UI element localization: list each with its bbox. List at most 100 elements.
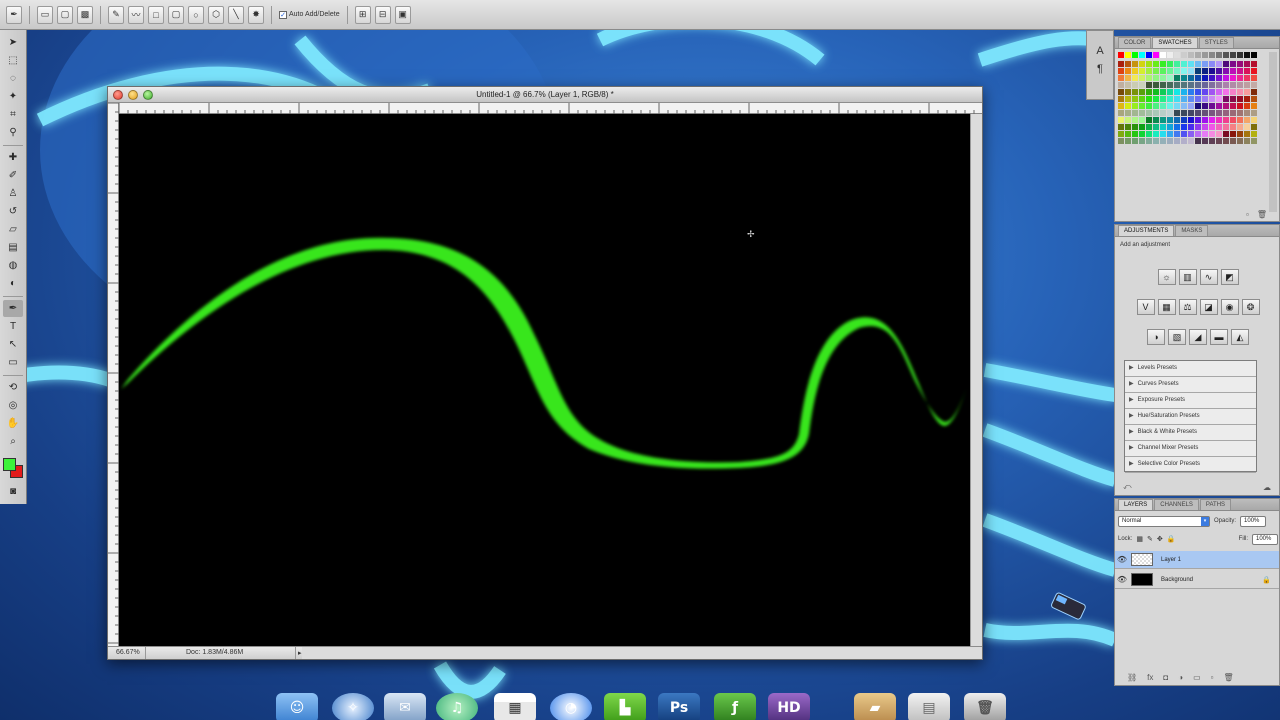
swatch-cell[interactable] [1209, 89, 1215, 95]
blur-tool-icon[interactable]: ◍ [3, 257, 23, 274]
brightness-contrast-icon[interactable]: ☼ [1157, 269, 1176, 285]
swatch-cell[interactable] [1132, 61, 1138, 67]
swatch-cell[interactable] [1167, 82, 1173, 88]
black-white-icon[interactable]: ◪ [1199, 299, 1218, 315]
swatch-cell[interactable] [1195, 89, 1201, 95]
swatch-cell[interactable] [1118, 96, 1124, 102]
layer-row-layer-1[interactable]: 👁 Layer 1 [1115, 551, 1279, 569]
swatch-cell[interactable] [1244, 103, 1250, 109]
swatch-cell[interactable] [1174, 89, 1180, 95]
path-selection-tool-icon[interactable]: ↖ [3, 336, 23, 353]
swatch-cell[interactable] [1139, 68, 1145, 74]
healing-brush-tool-icon[interactable]: ✚ [3, 149, 23, 166]
flash-icon[interactable]: ƒ [714, 693, 756, 720]
swatch-cell[interactable] [1118, 110, 1124, 116]
swatch-cell[interactable] [1230, 68, 1236, 74]
swatch-cell[interactable] [1202, 138, 1208, 144]
swatch-cell[interactable] [1153, 96, 1159, 102]
swatch-cell[interactable] [1244, 52, 1250, 58]
swatch-cell[interactable] [1181, 117, 1187, 123]
swatches-scrollbar[interactable] [1269, 52, 1277, 212]
swatch-cell[interactable] [1223, 110, 1229, 116]
swatch-cell[interactable] [1139, 75, 1145, 81]
line-shape-icon[interactable]: ╲ [228, 5, 244, 24]
document-titlebar[interactable]: Untitled-1 @ 66.7% (Layer 1, RGB/8) * [108, 87, 982, 103]
swatch-cell[interactable] [1160, 89, 1166, 95]
swatch-cell[interactable] [1139, 89, 1145, 95]
ellipse-shape-icon[interactable]: ○ [188, 5, 204, 24]
swatch-cell[interactable] [1132, 103, 1138, 109]
swatch-cell[interactable] [1188, 124, 1194, 130]
fill-pixels-icon[interactable]: ▩ [77, 5, 93, 24]
swatch-cell[interactable] [1181, 68, 1187, 74]
swatch-cell[interactable] [1181, 138, 1187, 144]
swatch-grid[interactable] [1118, 52, 1264, 162]
swatch-cell[interactable] [1209, 117, 1215, 123]
3d-rotate-tool-icon[interactable]: ⟲ [3, 379, 23, 396]
swatch-cell[interactable] [1237, 82, 1243, 88]
swatch-cell[interactable] [1139, 82, 1145, 88]
swatch-cell[interactable] [1167, 52, 1173, 58]
swatch-cell[interactable] [1167, 103, 1173, 109]
vertical-scrollbar[interactable] [970, 114, 982, 647]
swatch-cell[interactable] [1223, 131, 1229, 137]
lock-position-icon[interactable]: ✥ [1157, 535, 1163, 543]
swatch-cell[interactable] [1195, 110, 1201, 116]
preset-item[interactable]: ▶ Channel Mixer Presets [1125, 441, 1256, 457]
swatch-cell[interactable] [1244, 75, 1250, 81]
shape-layers-icon[interactable]: ▭ [37, 5, 53, 24]
swatch-cell[interactable] [1181, 103, 1187, 109]
swatch-cell[interactable] [1132, 138, 1138, 144]
swatch-cell[interactable] [1139, 117, 1145, 123]
swatch-cell[interactable] [1160, 131, 1166, 137]
swatch-cell[interactable] [1223, 75, 1229, 81]
swatch-cell[interactable] [1139, 138, 1145, 144]
add-mask-icon[interactable]: ◘ [1163, 673, 1168, 682]
path-combine-icon[interactable]: ⊞ [354, 5, 371, 24]
eraser-tool-icon[interactable]: ▱ [3, 221, 23, 238]
swatch-cell[interactable] [1181, 110, 1187, 116]
swatch-cell[interactable] [1160, 110, 1166, 116]
swatch-cell[interactable] [1251, 61, 1257, 67]
swatch-cell[interactable] [1195, 138, 1201, 144]
document-stack-icon[interactable]: ▤ [908, 693, 950, 720]
swatch-cell[interactable] [1174, 96, 1180, 102]
swatch-cell[interactable] [1244, 68, 1250, 74]
swatch-cell[interactable] [1237, 52, 1243, 58]
tab-masks[interactable]: MASKS [1175, 225, 1209, 236]
swatch-cell[interactable] [1209, 124, 1215, 130]
swatch-cell[interactable] [1188, 110, 1194, 116]
swatch-cell[interactable] [1181, 96, 1187, 102]
delete-swatch-icon[interactable]: 🗑 [1257, 210, 1267, 219]
swatch-cell[interactable] [1125, 68, 1131, 74]
swatch-cell[interactable] [1237, 75, 1243, 81]
opacity-field[interactable]: 100% [1240, 515, 1267, 527]
swatch-cell[interactable] [1132, 75, 1138, 81]
swatch-cell[interactable] [1153, 75, 1159, 81]
swatch-cell[interactable] [1188, 75, 1194, 81]
swatch-cell[interactable] [1209, 75, 1215, 81]
swatch-cell[interactable] [1146, 89, 1152, 95]
zoom-window-button[interactable] [143, 90, 153, 100]
swatch-cell[interactable] [1195, 75, 1201, 81]
swatch-cell[interactable] [1174, 75, 1180, 81]
finder-icon[interactable]: ☺ [276, 693, 318, 720]
swatch-cell[interactable] [1202, 124, 1208, 130]
swatch-cell[interactable] [1160, 61, 1166, 67]
swatch-cell[interactable] [1195, 117, 1201, 123]
swatch-cell[interactable] [1188, 96, 1194, 102]
swatch-cell[interactable] [1223, 103, 1229, 109]
swatch-cell[interactable] [1146, 75, 1152, 81]
swatch-cell[interactable] [1188, 117, 1194, 123]
swatch-cell[interactable] [1146, 52, 1152, 58]
swatch-cell[interactable] [1209, 52, 1215, 58]
swatch-cell[interactable] [1125, 138, 1131, 144]
swatch-cell[interactable] [1195, 96, 1201, 102]
tab-adjustments[interactable]: ADJUSTMENTS [1118, 225, 1175, 236]
move-tool-icon[interactable]: ➤ [3, 34, 23, 51]
swatch-cell[interactable] [1174, 138, 1180, 144]
type-tool-icon[interactable]: T [3, 318, 23, 335]
swatch-cell[interactable] [1251, 68, 1257, 74]
swatch-cell[interactable] [1139, 124, 1145, 130]
swatch-cell[interactable] [1202, 96, 1208, 102]
